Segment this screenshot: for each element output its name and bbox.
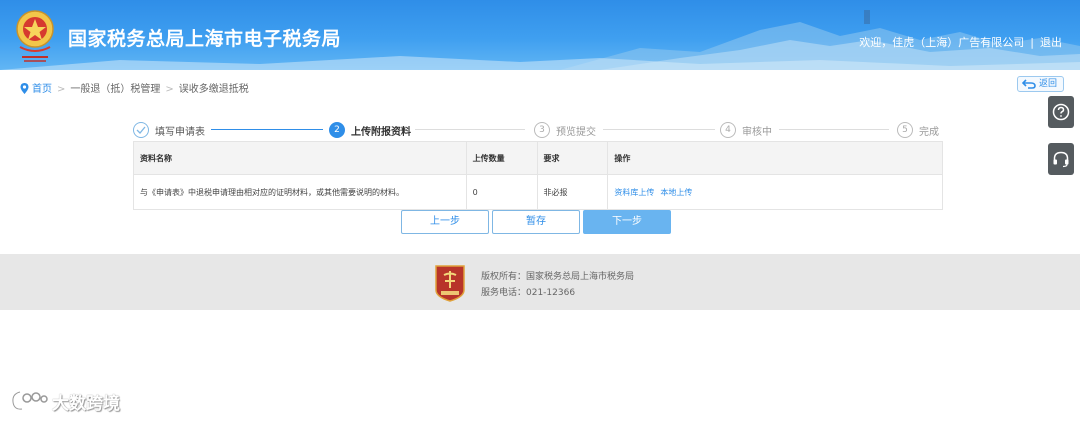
column-header: 操作	[607, 141, 943, 175]
step-1: 填写申请表	[133, 121, 205, 139]
next-step-button[interactable]: 下一步	[583, 210, 671, 234]
table-header-row: 资料名称 上传数量 要求 操作	[133, 141, 943, 175]
breadcrumb-level2[interactable]: 一般退（抵）税管理	[70, 84, 160, 95]
breadcrumb-home[interactable]: 首页	[32, 84, 52, 95]
tax-badge-logo	[435, 265, 465, 302]
step-connector	[779, 129, 889, 130]
step-connector	[415, 129, 525, 130]
step-5: 5 完成	[897, 121, 939, 139]
step-connector	[211, 129, 323, 130]
column-header: 资料名称	[133, 141, 467, 175]
logout-link[interactable]: 退出	[1040, 36, 1062, 49]
progress-steps: 填写申请表 2 上传附报资料 3 预览提交 4 审核中 5 完成	[133, 121, 943, 139]
library-upload-link[interactable]: 资料库上传	[614, 188, 654, 197]
step-label: 预览提交	[556, 126, 596, 138]
step-label: 审核中	[742, 126, 772, 138]
step-connector	[603, 129, 715, 130]
footer: 版权所有：国家税务总局上海市税务局 服务电话：021-12366	[0, 254, 1080, 310]
attachments-table: 资料名称 上传数量 要求 操作 与《申请表》中退税申请理由相对应的证明材料，或其…	[133, 141, 943, 210]
upload-count: 0	[465, 174, 538, 210]
location-pin-icon	[20, 83, 29, 94]
breadcrumb-chevron-icon: >	[165, 84, 174, 95]
table-row: 与《申请表》中退税申请理由相对应的证明材料，或其他需要说明的材料。 0 非必报 …	[133, 174, 943, 210]
breadcrumb-level3: 误收多缴退抵税	[178, 84, 249, 95]
requirement: 非必报	[536, 174, 609, 210]
step-4: 4 审核中	[720, 121, 772, 139]
header-banner: 国家税务总局上海市电子税务局 欢迎，佳虎（上海）广告有限公司 | 退出	[0, 0, 1080, 70]
column-header: 上传数量	[465, 141, 538, 175]
user-area: 欢迎，佳虎（上海）广告有限公司 | 退出	[859, 34, 1062, 50]
watermark: 大数跨境	[10, 388, 120, 414]
watermark-text: 大数跨境	[52, 393, 120, 414]
headset-icon	[1053, 151, 1069, 168]
step-number: 3	[534, 122, 550, 138]
question-circle-icon	[1052, 103, 1070, 121]
copyright-text: 版权所有：国家税务总局上海市税务局	[481, 272, 635, 282]
footer-info: 版权所有：国家税务总局上海市税务局 服务电话：021-12366	[481, 269, 634, 301]
actions-cell: 资料库上传 本地上传	[607, 174, 943, 210]
welcome-text: 欢迎，佳虎（上海）广告有限公司	[859, 36, 1025, 49]
local-upload-link[interactable]: 本地上传	[660, 188, 692, 197]
step-label: 上传附报资料	[351, 126, 411, 138]
step-label: 填写申请表	[155, 126, 205, 138]
watermark-logo-icon	[11, 390, 48, 411]
save-draft-button[interactable]: 暂存	[492, 210, 580, 234]
breadcrumb: 首页 > 一般退（抵）税管理 > 误收多缴退抵税	[20, 80, 249, 95]
service-phone: 服务电话：021-12366	[481, 288, 576, 298]
step-number: 2	[329, 122, 345, 138]
column-header: 要求	[536, 141, 609, 175]
back-button-label: 返回	[1038, 79, 1057, 89]
step-label: 完成	[919, 126, 939, 138]
check-circle-icon	[133, 122, 149, 138]
tax-emblem-icon	[16, 10, 54, 62]
customer-service-button[interactable]	[1048, 143, 1074, 175]
header-separator: |	[1030, 36, 1034, 49]
return-arrow-icon	[1022, 79, 1036, 89]
step-2: 2 上传附报资料	[329, 121, 411, 139]
step-number: 4	[720, 122, 736, 138]
help-button[interactable]	[1048, 96, 1074, 128]
step-3: 3 预览提交	[534, 121, 596, 139]
site-title: 国家税务总局上海市电子税务局	[68, 28, 342, 50]
prev-step-button[interactable]: 上一步	[401, 210, 489, 234]
breadcrumb-chevron-icon: >	[57, 84, 66, 95]
material-name: 与《申请表》中退税申请理由相对应的证明材料，或其他需要说明的材料。	[133, 174, 467, 210]
step-number: 5	[897, 122, 913, 138]
back-button[interactable]: 返回	[1017, 76, 1064, 92]
